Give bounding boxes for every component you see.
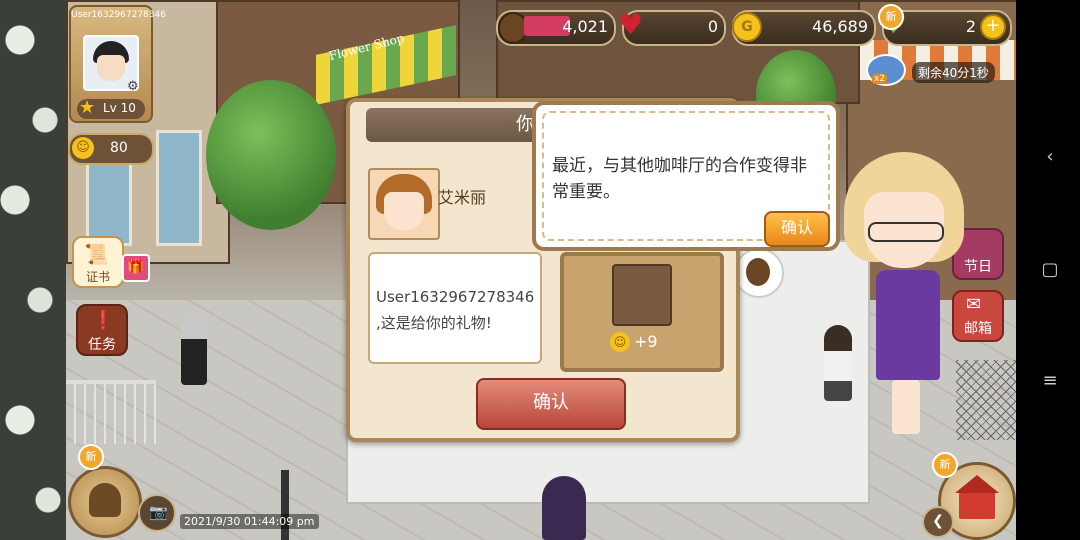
shelf-icon — [612, 264, 672, 326]
speech-text: 最近，与其他咖啡厅的合作变得非常重要。 — [552, 156, 807, 202]
left-wallpaper-strip — [0, 0, 66, 540]
new-badge: 新 — [932, 452, 958, 478]
certificate-icon: 📜 — [84, 242, 109, 266]
sender-portrait — [368, 168, 440, 240]
sender-name: 艾米丽 — [438, 188, 487, 207]
street-lamp — [281, 470, 289, 540]
camera-button[interactable]: 📷 — [138, 494, 176, 532]
npc-customer[interactable] — [542, 476, 586, 540]
nav-home-icon[interactable]: ▢ — [1040, 259, 1060, 280]
boost-multiplier: x2 — [872, 74, 888, 84]
coffee-value: 4,021 — [562, 17, 608, 36]
reputation-icon: ☺ — [610, 332, 630, 352]
camera-icon: 📷 — [149, 503, 168, 521]
house-icon — [959, 491, 995, 519]
tree — [206, 80, 336, 230]
friends-button[interactable] — [68, 466, 142, 538]
speech-confirm-button[interactable]: 确认 — [764, 211, 830, 247]
rotate-button[interactable]: ❮ — [922, 506, 954, 538]
gems-value: 2 — [965, 17, 976, 36]
reputation-icon: ☺ — [72, 137, 94, 159]
reputation-pill[interactable]: ☺ 80 — [68, 133, 154, 165]
gift-message: User1632967278346 ,这是给你的礼物! — [368, 252, 542, 364]
guide-glasses — [868, 222, 944, 242]
quests-label: 任务 — [88, 337, 116, 353]
sender-face — [384, 192, 424, 230]
gear-icon[interactable]: ⚙ — [127, 79, 139, 94]
chevron-left-icon: ❮ — [932, 513, 944, 529]
friends-icon — [89, 483, 121, 517]
quests-button[interactable]: ❗ 任务 — [76, 304, 128, 356]
boost-timer: 剩余40分1秒 — [912, 62, 995, 83]
certificate-button[interactable]: 📜 证书 — [72, 236, 124, 288]
new-badge: 新 — [878, 4, 904, 30]
gold-coin-icon: G — [732, 12, 762, 42]
coffee-bean-icon — [746, 258, 770, 286]
reputation-value: 80 — [110, 140, 128, 156]
hearts-value: 0 — [707, 17, 718, 36]
quest-scroll-icon: ❗ — [92, 310, 115, 331]
level-pill: ★ Lv 10 — [77, 97, 145, 119]
speech-bubble: 最近，与其他咖啡厅的合作变得非常重要。 确认 — [532, 101, 840, 251]
gold-value: 46,689 — [812, 17, 868, 36]
add-gems-button[interactable]: + — [980, 14, 1006, 40]
player-username: User1632967278346 — [71, 10, 166, 20]
player-level: Lv 10 — [103, 101, 136, 115]
game-viewport[interactable]: Flower Shop User1632967278346 ⚙ ★ Lv 10 … — [66, 0, 1016, 540]
coffee-bean-marker[interactable] — [734, 248, 784, 298]
gift-value: +9 — [634, 332, 658, 351]
guide-legs — [892, 380, 920, 434]
gift-confirm-button[interactable]: 确认 — [476, 378, 626, 430]
new-badge: 新 — [78, 444, 104, 470]
heart-icon: ♥ — [618, 8, 644, 41]
npc-customer[interactable] — [181, 315, 207, 385]
window — [156, 130, 202, 246]
gift-item-box: ☺ +9 — [560, 252, 724, 372]
avatar-face — [97, 55, 125, 81]
certificate-label: 证书 — [85, 270, 110, 284]
garden-fence — [66, 380, 156, 444]
timestamp: 2021/9/30 01:44:09 pm — [180, 514, 319, 529]
gift-icon[interactable]: 🎁 — [122, 254, 150, 282]
star-icon: ★ — [79, 97, 96, 118]
player-card[interactable]: User1632967278346 ⚙ ★ Lv 10 — [69, 5, 166, 123]
guide-suit — [876, 270, 940, 380]
nav-back-icon[interactable]: ‹ — [1040, 146, 1060, 167]
guide-character — [834, 152, 994, 436]
boost-icon[interactable]: x2 — [866, 54, 906, 86]
house-roof — [955, 475, 999, 493]
nav-menu-icon[interactable]: ≡ — [1040, 370, 1060, 391]
